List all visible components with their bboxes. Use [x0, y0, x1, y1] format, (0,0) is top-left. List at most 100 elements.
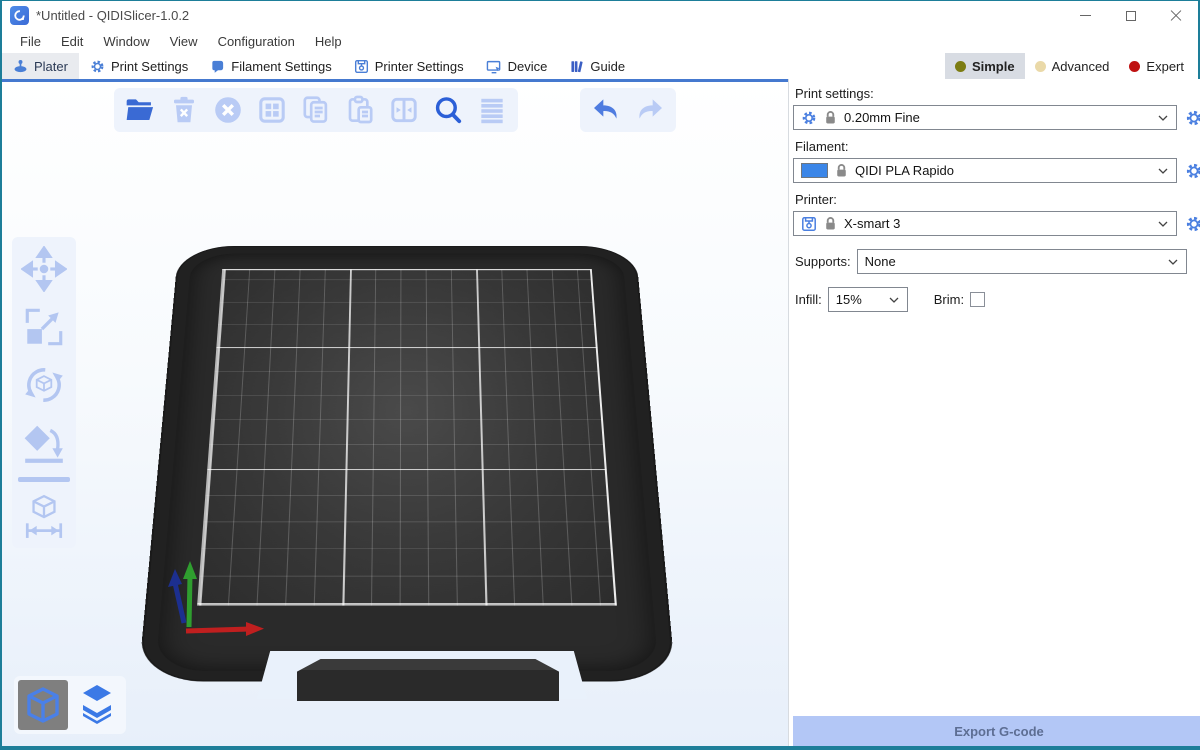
app-logo-icon	[10, 6, 29, 25]
printer-gear-button[interactable]	[1183, 213, 1200, 235]
menu-help[interactable]: Help	[305, 34, 352, 49]
mode-expert[interactable]: Expert	[1119, 53, 1194, 79]
printer-icon	[801, 216, 817, 232]
gear-icon	[1185, 109, 1200, 127]
infill-label: Infill:	[795, 292, 822, 307]
viewport-3d[interactable]	[2, 79, 788, 746]
chevron-down-icon	[1157, 220, 1169, 228]
menu-file[interactable]: File	[10, 34, 51, 49]
expert-dot-icon	[1129, 61, 1140, 72]
delete-all-button[interactable]	[210, 92, 246, 128]
undo-button[interactable]	[588, 92, 624, 128]
paste-button[interactable]	[342, 92, 378, 128]
tab-label: Guide	[590, 59, 625, 74]
gear-icon	[801, 110, 817, 126]
editor-3d-view-button[interactable]	[18, 680, 68, 730]
menu-edit[interactable]: Edit	[51, 34, 93, 49]
close-icon	[1170, 10, 1182, 22]
infill-select[interactable]: 15%	[828, 287, 908, 312]
tab-print-settings[interactable]: Print Settings	[79, 53, 199, 79]
split-button[interactable]	[386, 92, 422, 128]
chevron-down-icon	[888, 296, 900, 304]
chevron-down-icon	[1157, 114, 1169, 122]
copy-button[interactable]	[298, 92, 334, 128]
filament-label: Filament:	[795, 139, 1200, 154]
minimize-button[interactable]	[1063, 1, 1108, 30]
search-icon	[432, 94, 464, 126]
arrange-button[interactable]	[254, 92, 290, 128]
mode-simple[interactable]: Simple	[945, 53, 1025, 79]
mode-label: Advanced	[1052, 59, 1110, 74]
settings-panel: Print settings: 0.20mm Fine Filament: QI…	[788, 79, 1200, 746]
printer-value: X-smart 3	[844, 216, 900, 231]
printer-label: Printer:	[795, 192, 1200, 207]
search-button[interactable]	[430, 92, 466, 128]
tab-filament-settings[interactable]: Filament Settings	[199, 53, 342, 79]
tab-guide[interactable]: Guide	[558, 53, 636, 79]
menu-bar: File Edit Window View Configuration Help	[2, 30, 1198, 53]
supports-select[interactable]: None	[857, 249, 1187, 274]
filament-gear-button[interactable]	[1183, 160, 1200, 182]
mode-label: Simple	[972, 59, 1015, 74]
delete-button[interactable]	[166, 92, 202, 128]
rotate-button[interactable]	[20, 361, 68, 409]
brim-label: Brim:	[934, 292, 964, 307]
layer-height-button[interactable]	[474, 92, 510, 128]
filament-select[interactable]: QIDI PLA Rapido	[793, 158, 1177, 183]
brim-checkbox[interactable]	[970, 292, 985, 307]
move-button[interactable]	[20, 245, 68, 293]
axes-indicator-icon	[152, 557, 282, 662]
title-bar: *Untitled - QIDISlicer-1.0.2	[2, 1, 1198, 30]
scale-button[interactable]	[20, 303, 68, 351]
window-controls	[1063, 1, 1198, 30]
menu-window[interactable]: Window	[93, 34, 159, 49]
filament-color-swatch	[801, 163, 828, 178]
tab-device[interactable]: Device	[475, 53, 559, 79]
print-settings-value: 0.20mm Fine	[844, 110, 920, 125]
preview-layers-view-button[interactable]	[72, 680, 122, 730]
supports-value: None	[865, 254, 896, 269]
place-on-face-button[interactable]	[20, 419, 68, 467]
layers-stack-icon	[75, 684, 119, 726]
top-toolbar	[114, 88, 518, 132]
left-toolbar	[12, 237, 76, 548]
split-icon	[388, 94, 420, 126]
cube-3d-icon	[23, 685, 63, 725]
menu-configuration[interactable]: Configuration	[208, 34, 305, 49]
minimize-icon	[1080, 15, 1091, 16]
gear-icon	[90, 59, 105, 74]
scale-icon	[21, 304, 67, 350]
measure-icon	[21, 493, 67, 539]
arrange-icon	[256, 94, 288, 126]
view-mode-toggles	[14, 676, 126, 734]
plater-icon	[13, 59, 28, 74]
tab-label: Print Settings	[111, 59, 188, 74]
paste-icon	[344, 94, 376, 126]
maximize-button[interactable]	[1108, 1, 1153, 30]
export-gcode-button[interactable]: Export G-code	[793, 716, 1200, 746]
menu-view[interactable]: View	[160, 34, 208, 49]
printer-select[interactable]: X-smart 3	[793, 211, 1177, 236]
tab-label: Plater	[34, 59, 68, 74]
tab-plater[interactable]: Plater	[2, 53, 79, 79]
printer-icon	[354, 59, 369, 74]
tab-label: Device	[508, 59, 548, 74]
open-button[interactable]	[122, 92, 158, 128]
measure-button[interactable]	[20, 492, 68, 540]
print-settings-gear-button[interactable]	[1183, 107, 1200, 129]
print-bed-grid	[197, 269, 617, 606]
rotate-icon	[21, 362, 67, 408]
bed-handle	[297, 659, 559, 701]
tab-label: Printer Settings	[375, 59, 464, 74]
print-settings-select[interactable]: 0.20mm Fine	[793, 105, 1177, 130]
tab-label: Filament Settings	[231, 59, 331, 74]
tab-bar: Plater Print Settings Filament Settings …	[2, 53, 1198, 79]
move-icon	[21, 246, 67, 292]
mode-label: Expert	[1146, 59, 1184, 74]
close-button[interactable]	[1153, 1, 1198, 30]
advanced-dot-icon	[1035, 61, 1046, 72]
redo-button[interactable]	[632, 92, 668, 128]
mode-advanced[interactable]: Advanced	[1025, 53, 1120, 79]
lock-icon	[824, 216, 837, 231]
tab-printer-settings[interactable]: Printer Settings	[343, 53, 475, 79]
